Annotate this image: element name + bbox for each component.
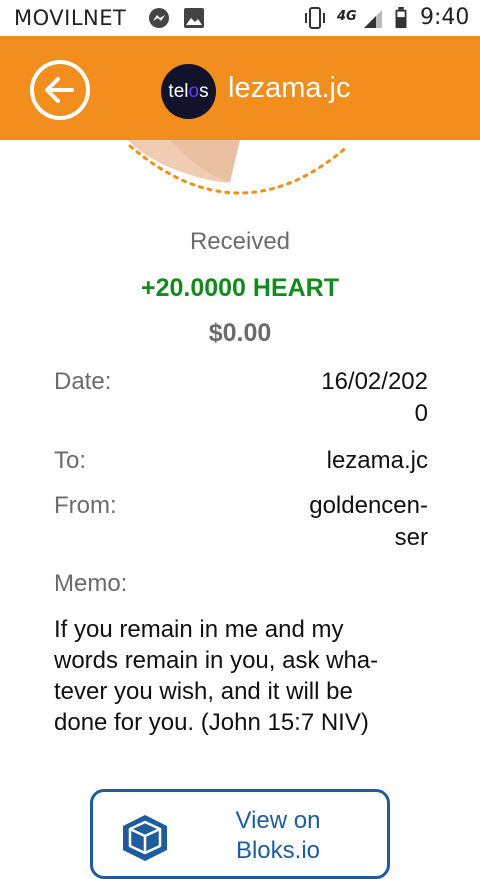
messenger-icon <box>149 8 169 28</box>
carrier-name: MOVILNET <box>14 6 127 30</box>
transaction-status: Received <box>189 228 291 255</box>
network-type: 4G <box>337 9 357 24</box>
to-value: lezama.jc <box>326 447 428 474</box>
status-bar: MOVILNET 4G 9:40 <box>0 0 480 36</box>
avatar-image <box>128 140 350 195</box>
memo-label: Memo: <box>54 570 128 597</box>
date-label: Date: <box>54 368 112 395</box>
view-on-bloks-button[interactable]: View on Bloks.io <box>90 789 390 879</box>
date-value: 16/02/202 0 <box>321 368 428 427</box>
signal-icon <box>364 10 382 28</box>
cube-icon <box>123 815 167 861</box>
telos-logo: telos <box>161 64 216 119</box>
clock: 9:40 <box>420 5 470 30</box>
usd-value: $0.00 <box>208 319 272 347</box>
to-label: To: <box>54 447 87 474</box>
memo-text: If you remain in me and my words remain … <box>54 616 379 736</box>
back-button[interactable] <box>30 60 90 120</box>
image-icon <box>184 8 204 28</box>
back-arrow-icon <box>45 77 74 103</box>
from-value: goldencen- ser <box>309 492 428 551</box>
account-title: lezama.jc <box>228 72 351 104</box>
avatar <box>110 140 370 202</box>
battery-icon <box>395 7 407 29</box>
app-bar: telos lezama.jc <box>0 36 480 140</box>
transaction-amount: +20.0000 HEART <box>140 274 340 302</box>
from-label: From: <box>54 492 117 519</box>
view-on-bloks-label: View on Bloks.io <box>235 807 321 864</box>
vibrate-icon <box>305 7 325 29</box>
